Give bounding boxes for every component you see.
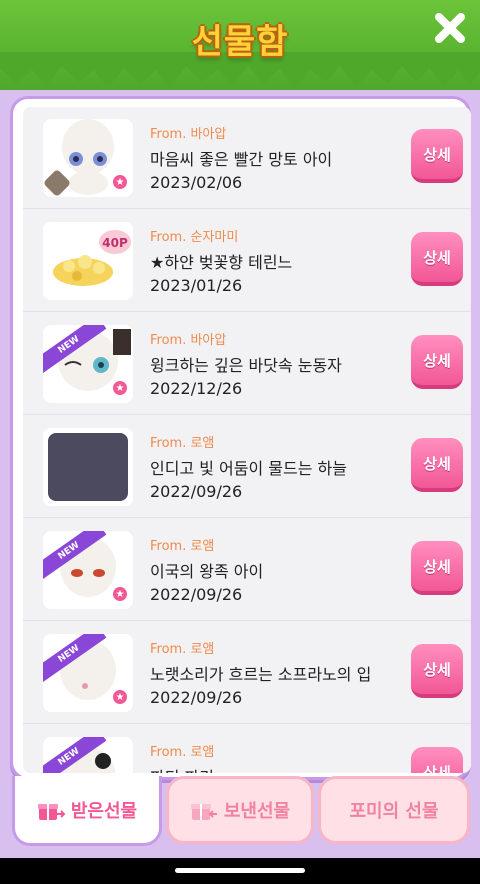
star-badge: ★	[111, 585, 129, 603]
gift-date: 2022/09/26	[150, 585, 243, 604]
tab-label: 받은선물	[70, 800, 138, 822]
gift-date: 2022/09/26	[150, 482, 243, 501]
gift-name: 파티 파리	[150, 764, 214, 773]
close-icon	[435, 13, 465, 43]
gift-sender: From. 바아압	[150, 333, 227, 348]
gift-date: 2023/02/06	[150, 173, 243, 192]
star-badge: ★	[111, 688, 129, 706]
gift-thumbnail: ★	[43, 119, 133, 197]
gift-list[interactable]: ★ From. 바아압 마음씨 좋은 빨간 망토 아이 2023/02/06 상…	[23, 107, 471, 773]
gift-name: 인디고 빛 어둠이 물드는 하늘	[150, 459, 347, 478]
gift-name: 마음씨 좋은 빨간 망토 아이	[150, 150, 333, 169]
gift-thumbnail: NEW ★	[43, 634, 133, 712]
detail-button[interactable]: 상세	[411, 644, 463, 698]
gift-name: 노랫소리가 흐르는 소프라노의 입	[150, 665, 372, 684]
gift-thumbnail: NEW ★	[43, 325, 133, 403]
tab-formi-gift[interactable]: 포미의 선물	[318, 776, 470, 844]
tab-sent[interactable]: 보낸선물	[166, 776, 314, 844]
gift-date: 2023/01/26	[150, 276, 243, 295]
gift-sender: From. 로앰	[150, 745, 215, 760]
tab-label: 보낸선물	[223, 801, 291, 822]
gift-sender: From. 순자마미	[150, 230, 239, 245]
gift-sender: From. 바아압	[150, 127, 227, 142]
gift-thumbnail: NEW ★	[43, 531, 133, 609]
gift-sender: From. 로앰	[150, 539, 215, 554]
gift-name: 이국의 왕족 아이	[150, 562, 264, 581]
gift-thumbnail	[43, 428, 133, 506]
detail-button[interactable]: 상세	[411, 335, 463, 389]
tab-label: 포미의 선물	[349, 801, 439, 822]
gift-list-panel: ★ From. 바아압 마음씨 좋은 빨간 망토 아이 2023/02/06 상…	[10, 96, 471, 780]
gift-name: ★하얀 벚꽃향 테린느	[150, 253, 293, 272]
gift-send-icon	[190, 804, 217, 820]
star-badge: ★	[111, 379, 129, 397]
list-item: NEW ★ From. 로앰 이국의 왕족 아이 2022/09/26 상세	[23, 519, 471, 621]
list-item: From. 로앰 인디고 빛 어둠이 물드는 하늘 2022/09/26 상세	[23, 416, 471, 518]
list-item: NEW ★ From. 바아압 윙크하는 깊은 바닷속 눈동자 2022/12/…	[23, 313, 471, 415]
gift-sender: From. 로앰	[150, 642, 215, 657]
gift-badge-text: 40P	[102, 236, 128, 250]
gift-date: 2022/12/26	[150, 379, 243, 398]
page-title: 선물함	[191, 22, 289, 62]
gift-receive-icon	[37, 803, 65, 820]
header: 선물함	[0, 0, 480, 90]
detail-button[interactable]: 상세	[411, 232, 463, 286]
list-item: 40P From. 순자마미 ★하얀 벚꽃향 테린느 2023/01/26 상세	[23, 210, 471, 312]
gift-sender: From. 로앰	[150, 436, 215, 451]
detail-button[interactable]: 상세	[411, 747, 463, 773]
color-swatch	[48, 433, 128, 501]
gift-date: 2022/09/26	[150, 688, 243, 707]
home-indicator	[175, 868, 305, 873]
list-item: ★ From. 바아압 마음씨 좋은 빨간 망토 아이 2023/02/06 상…	[23, 107, 471, 209]
star-badge: ★	[111, 173, 129, 191]
list-item: NEW ★ From. 로앰 노랫소리가 흐르는 소프라노의 입 2022/09…	[23, 622, 471, 724]
detail-button[interactable]: 상세	[411, 438, 463, 492]
gift-name: 윙크하는 깊은 바닷속 눈동자	[150, 356, 342, 375]
tab-received[interactable]: 받은선물	[12, 776, 162, 846]
gift-thumbnail: 40P	[43, 222, 133, 300]
gift-thumbnail: NEW	[43, 737, 133, 773]
close-button[interactable]	[432, 10, 468, 46]
detail-button[interactable]: 상세	[411, 129, 463, 183]
list-item: NEW From. 로앰 파티 파리 상세	[23, 725, 471, 773]
detail-button[interactable]: 상세	[411, 541, 463, 595]
